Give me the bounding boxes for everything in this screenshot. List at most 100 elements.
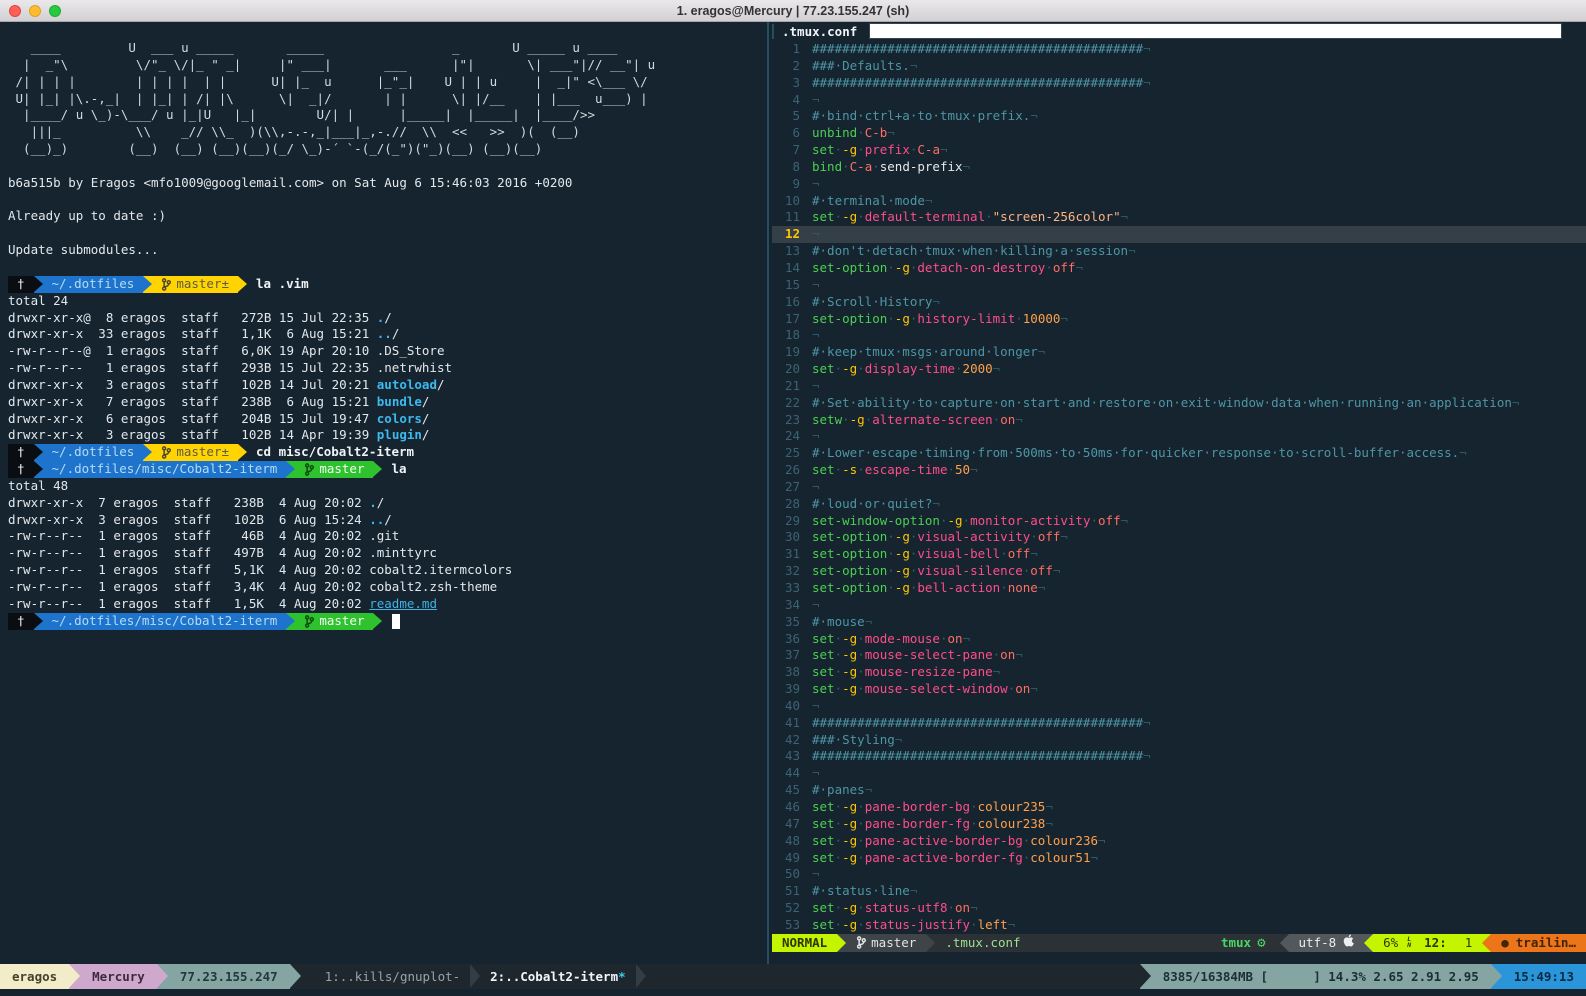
terminal-text: .. <box>377 326 392 343</box>
branch-icon <box>161 446 171 459</box>
powerline-arrow <box>1140 964 1151 989</box>
terminal-text: -rw-r--r--@ 1 eragos staff 6,0K 19 Apr 2… <box>8 343 445 360</box>
line-number: 41 <box>772 715 800 732</box>
code-line: 39set·-g·mouse-select-window·on¬ <box>772 681 1586 698</box>
code-token: visual-bell <box>917 546 1000 561</box>
eol-marker: ¬ <box>963 159 971 174</box>
code-line: 22#·Set·ability·to·capture·on·start·and·… <box>772 395 1586 412</box>
eol-marker: ¬ <box>1060 311 1068 326</box>
code-text: #·Scroll·History¬ <box>812 294 940 311</box>
powerline-arrow <box>1491 964 1502 989</box>
code-line: 6unbind·C-b¬ <box>772 125 1586 142</box>
eol-marker: ¬ <box>812 176 820 191</box>
code-line: 46set·-g·pane-border-bg·colour235¬ <box>772 799 1586 816</box>
line-number: 43 <box>772 748 800 765</box>
code-token: monitor-activity <box>970 513 1090 528</box>
code-token: set <box>812 664 835 679</box>
code-token: ########################################… <box>812 75 1143 90</box>
prompt-path-segment: ~/.dotfiles/misc/Cobalt2-iterm <box>43 613 287 630</box>
code-line: 17set-option·-g·history-limit·10000¬ <box>772 311 1586 328</box>
line-number: 16 <box>772 294 800 311</box>
terminal-text: / <box>422 394 430 411</box>
code-token: · <box>835 462 843 477</box>
tmux-system-stats: 8385/16384MB [ ] 14.3% 2.65 2.91 2.95 <box>1151 964 1491 989</box>
terminal-cursor <box>392 614 400 629</box>
minimize-button[interactable] <box>29 5 41 17</box>
code-line: 52set·-g·status-utf8·on¬ <box>772 900 1586 917</box>
code-token: set <box>812 462 835 477</box>
terminal-row <box>8 225 766 242</box>
line-number: 47 <box>772 816 800 833</box>
code-token: · <box>1000 546 1008 561</box>
code-text: ¬ <box>812 597 820 614</box>
terminal-text: .. <box>369 512 384 529</box>
terminal-row: -rw-r--r-- 1 eragos staff 1,5K 4 Aug 20:… <box>8 596 766 613</box>
line-number: 44 <box>772 765 800 782</box>
terminal-text: -rw-r--r-- 1 eragos staff 293B 15 Jul 22… <box>8 360 452 377</box>
code-line: 15¬ <box>772 277 1586 294</box>
prompt-segment-text: ~/.dotfiles/misc/Cobalt2-iterm <box>52 461 278 478</box>
vim-mode-indicator: NORMAL <box>772 934 837 952</box>
plugin-name: tmux <box>1221 934 1251 952</box>
tmux-window-item[interactable]: 1:..kills/gnuplot- <box>315 964 470 989</box>
eol-marker: ¬ <box>812 327 820 342</box>
code-token: · <box>970 917 978 932</box>
code-token: #·terminal·mode <box>812 193 925 208</box>
prompt-segment-text: ~/.dotfiles <box>52 276 135 293</box>
code-token: · <box>1030 529 1038 544</box>
code-token: -g <box>895 563 910 578</box>
code-token: · <box>970 816 978 831</box>
terminal-row: drwxr-xr-x 6 eragos staff 204B 15 Jul 19… <box>8 411 766 428</box>
code-token: status-utf8 <box>865 900 948 915</box>
code-text: ¬ <box>812 92 820 109</box>
terminal-row: -rw-r--r-- 1 eragos staff 5,1K 4 Aug 20:… <box>8 562 766 579</box>
eol-marker: ¬ <box>993 361 1001 376</box>
code-text: #·panes¬ <box>812 782 872 799</box>
readme-link[interactable]: readme.md <box>369 596 437 613</box>
line-number: 46 <box>772 799 800 816</box>
ascii-banner-line: U| |_| |\.-,_| | |_| | /| |\ \| _|/ | | … <box>8 91 766 108</box>
ascii-banner-text: | _"\ \/"_ \/|_ " _| |" ___| ___ |"| \| … <box>8 57 655 74</box>
code-text: set·-g·mouse-select-window·on¬ <box>812 681 1038 698</box>
vim-tab-label[interactable]: .tmux.conf <box>772 24 867 39</box>
code-token: -g <box>842 799 857 814</box>
code-token: #·Lower·escape·timing·from·500ms·to·50ms… <box>812 445 1459 460</box>
code-text: set·-g·status-utf8·on¬ <box>812 900 978 917</box>
branch-name: master <box>871 934 916 952</box>
prompt-status-segment: † <box>8 613 34 630</box>
code-token: · <box>835 142 843 157</box>
close-button[interactable] <box>9 5 21 17</box>
code-token: -g <box>842 664 857 679</box>
code-token: 10000 <box>1023 311 1061 326</box>
code-line: 47set·-g·pane-border-fg·colour238¬ <box>772 816 1586 833</box>
ascii-banner-line: |____/ u \_)-\___/ u |_|U |_| U/| | |___… <box>8 107 766 124</box>
shell-pane[interactable]: ____ U ___ u _____ _____ _ U _____ u ___… <box>0 22 766 964</box>
code-text: ########################################… <box>812 715 1151 732</box>
code-line: 41 ######################################… <box>772 715 1586 732</box>
code-token: set <box>812 647 835 662</box>
code-token: status-justify <box>865 917 970 932</box>
line-number: 13 <box>772 243 800 260</box>
code-token: -g <box>842 681 857 696</box>
line-number: 42 <box>772 732 800 749</box>
terminal-text: . <box>377 310 385 327</box>
vim-buffer[interactable]: 1#######################################… <box>772 41 1586 934</box>
vim-pane[interactable]: .tmux.conf 1############################… <box>772 22 1586 964</box>
code-token: setw <box>812 412 842 427</box>
pane-divider[interactable] <box>767 22 769 964</box>
code-text: ¬ <box>812 428 820 445</box>
code-token: mode-mouse <box>865 631 940 646</box>
line-number: 36 <box>772 631 800 648</box>
code-token: on <box>948 631 963 646</box>
prompt-segment-text: † <box>17 276 25 293</box>
prompt-segment-text: master± <box>176 444 229 461</box>
eol-marker: ¬ <box>1143 41 1151 56</box>
powerline-arrow <box>1364 934 1373 952</box>
code-token: · <box>857 361 865 376</box>
zoom-button[interactable] <box>49 5 61 17</box>
code-text: ###·Defaults.¬ <box>812 58 917 75</box>
tmux-window-active[interactable]: 2:..Cobalt2-iterm* <box>480 964 635 989</box>
ascii-banner-line: /| | | | | | | | | | U| |_ u |_"_| U | |… <box>8 74 766 91</box>
gear-icon: ⚙ <box>1257 934 1265 952</box>
line-number: 10 <box>772 193 800 210</box>
